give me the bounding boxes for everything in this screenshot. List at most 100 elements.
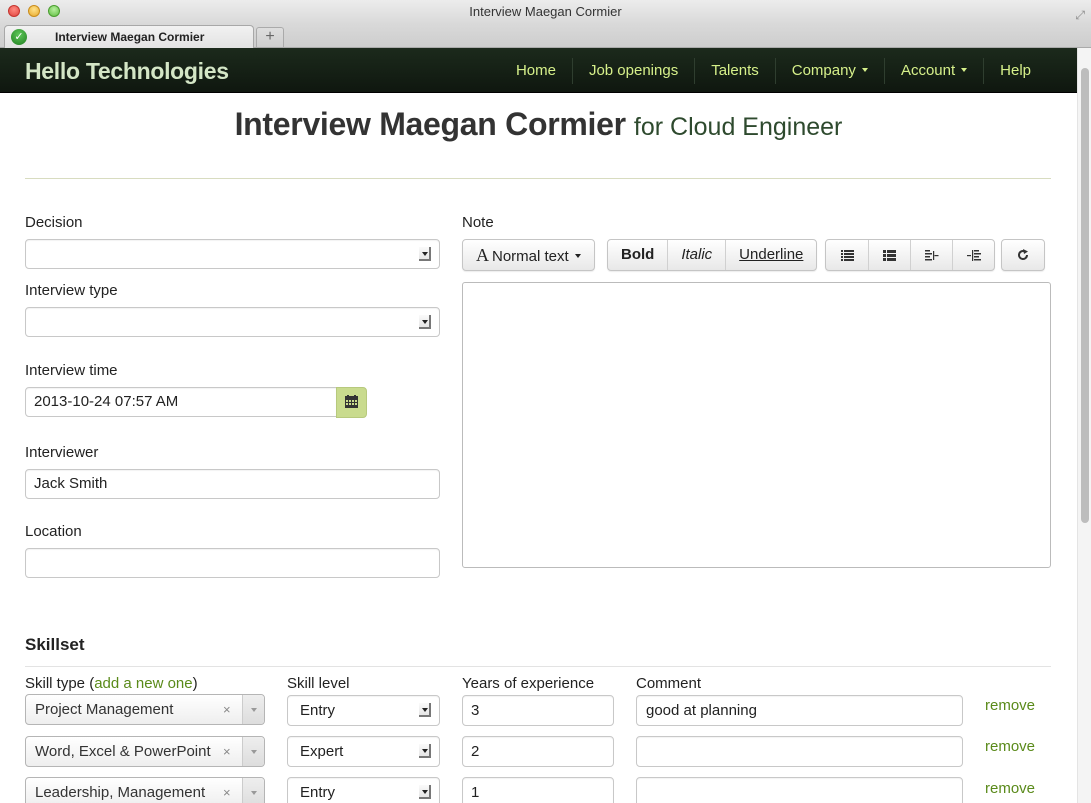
bold-button[interactable]: Bold bbox=[608, 240, 667, 270]
skill-type-select[interactable]: Project Management × bbox=[25, 694, 265, 725]
skill-level-select[interactable]: Entry bbox=[287, 777, 440, 803]
select-arrow-icon bbox=[419, 703, 431, 717]
skill-type-header: Skill type (add a new one) bbox=[25, 675, 198, 692]
years-input[interactable]: 1 bbox=[462, 777, 614, 803]
new-tab-button[interactable]: + bbox=[256, 27, 284, 47]
main-nav: Home Job openings Talents Company Accoun… bbox=[500, 48, 1047, 93]
ordered-list-button[interactable] bbox=[868, 240, 910, 270]
interview-type-label: Interview type bbox=[25, 282, 118, 299]
scrollbar-thumb[interactable] bbox=[1081, 68, 1089, 523]
location-input[interactable] bbox=[25, 548, 440, 578]
nav-company[interactable]: Company bbox=[774, 57, 884, 84]
page-viewport: Hello Technologies Home Job openings Tal… bbox=[0, 48, 1077, 803]
dropdown-arrow-icon[interactable] bbox=[242, 778, 264, 803]
years-header: Years of experience bbox=[462, 675, 595, 692]
outdent-button[interactable] bbox=[910, 240, 952, 270]
years-input[interactable]: 2 bbox=[462, 736, 614, 767]
select-arrow-icon bbox=[419, 315, 431, 329]
header-divider bbox=[25, 178, 1051, 179]
caret-down-icon bbox=[861, 67, 868, 72]
skill-level-value: Entry bbox=[300, 702, 336, 719]
decision-select[interactable] bbox=[25, 239, 440, 269]
note-label: Note bbox=[462, 214, 494, 231]
nav-help-label: Help bbox=[1000, 61, 1031, 79]
interview-type-select[interactable] bbox=[25, 307, 440, 337]
caret-down-icon bbox=[961, 67, 968, 72]
browser-tab[interactable]: ✓ Interview Maegan Cormier bbox=[4, 25, 254, 48]
underline-button[interactable]: Underline bbox=[725, 240, 816, 270]
add-skill-type-link[interactable]: add a new one bbox=[94, 675, 192, 692]
top-navbar: Hello Technologies Home Job openings Tal… bbox=[0, 48, 1077, 93]
nav-help[interactable]: Help bbox=[983, 57, 1047, 84]
skill-level-header: Skill level bbox=[287, 675, 350, 692]
tab-title: Interview Maegan Cormier bbox=[55, 30, 205, 44]
vertical-scrollbar[interactable] bbox=[1077, 48, 1091, 803]
nav-company-label: Company bbox=[791, 61, 856, 79]
skill-type-select[interactable]: Leadership, Management × bbox=[25, 777, 265, 803]
page-subtitle: for Cloud Engineer bbox=[633, 113, 843, 141]
interviewer-input[interactable]: Jack Smith bbox=[25, 469, 440, 499]
years-value: 1 bbox=[471, 784, 480, 801]
dropdown-arrow-icon[interactable] bbox=[242, 737, 264, 766]
clear-icon[interactable]: × bbox=[223, 695, 231, 724]
caret-down-icon bbox=[574, 254, 581, 259]
clear-icon[interactable]: × bbox=[223, 737, 231, 766]
select-arrow-icon bbox=[419, 785, 431, 799]
skillset-title: Skillset bbox=[25, 635, 85, 654]
redo-button[interactable] bbox=[1002, 240, 1044, 270]
comment-input[interactable] bbox=[636, 777, 963, 803]
comment-value: good at planning bbox=[646, 702, 757, 719]
skill-level-select[interactable]: Entry bbox=[287, 695, 440, 726]
nav-talents-label: Talents bbox=[711, 61, 759, 79]
years-input[interactable]: 3 bbox=[462, 695, 614, 726]
years-value: 2 bbox=[471, 743, 480, 760]
nav-job-openings-label: Job openings bbox=[588, 61, 679, 79]
select-arrow-icon bbox=[419, 247, 431, 261]
skill-type-select[interactable]: Word, Excel & PowerPoint × bbox=[25, 736, 265, 767]
nav-home-label: Home bbox=[515, 61, 556, 79]
indent-button[interactable] bbox=[952, 240, 994, 270]
skill-type-header-label: Skill type ( bbox=[25, 675, 95, 692]
close-window-button[interactable] bbox=[8, 5, 20, 17]
clear-icon[interactable]: × bbox=[223, 778, 231, 803]
calendar-icon bbox=[345, 395, 358, 408]
decision-label: Decision bbox=[25, 214, 83, 231]
skill-level-value: Expert bbox=[300, 743, 344, 760]
interviewer-label: Interviewer bbox=[25, 444, 99, 461]
dropdown-arrow-icon[interactable] bbox=[242, 695, 264, 724]
skill-type-value: Leadership, Management bbox=[35, 784, 206, 801]
nav-job-openings[interactable]: Job openings bbox=[571, 57, 694, 84]
unordered-list-button[interactable] bbox=[826, 240, 868, 270]
unordered-list-icon bbox=[840, 249, 854, 261]
text-style-group: A Normal text bbox=[462, 239, 595, 271]
note-textarea[interactable] bbox=[462, 282, 1051, 568]
location-label: Location bbox=[25, 523, 82, 540]
remove-skill-link[interactable]: remove bbox=[985, 780, 1035, 797]
page-heading: Interview Maegan Cormier for Cloud Engin… bbox=[0, 106, 1077, 143]
text-style-dropdown[interactable]: A Normal text bbox=[463, 240, 594, 270]
skill-type-value: Project Management bbox=[35, 701, 174, 718]
minimize-window-button[interactable] bbox=[28, 5, 40, 17]
skill-type-header-suffix: ) bbox=[192, 675, 198, 692]
calendar-button[interactable] bbox=[336, 387, 367, 418]
interviewer-value: Jack Smith bbox=[34, 475, 108, 492]
interview-time-input[interactable]: 2013-10-24 07:57 AM bbox=[25, 387, 337, 417]
nav-home[interactable]: Home bbox=[500, 58, 572, 84]
indent-icon bbox=[966, 249, 981, 261]
skill-type-value: Word, Excel & PowerPoint bbox=[35, 743, 211, 760]
comment-input[interactable]: good at planning bbox=[636, 695, 963, 726]
italic-button[interactable]: Italic bbox=[667, 240, 725, 270]
nav-account[interactable]: Account bbox=[883, 57, 983, 84]
checkmark-icon: ✓ bbox=[11, 29, 27, 45]
skill-level-select[interactable]: Expert bbox=[287, 736, 440, 767]
comment-input[interactable] bbox=[636, 736, 963, 767]
zoom-window-button[interactable] bbox=[48, 5, 60, 17]
nav-account-label: Account bbox=[900, 61, 956, 79]
brand-logo[interactable]: Hello Technologies bbox=[25, 58, 229, 85]
remove-skill-link[interactable]: remove bbox=[985, 738, 1035, 755]
tab-bar: ✓ Interview Maegan Cormier + bbox=[0, 24, 1091, 48]
text-style-label: Normal text bbox=[492, 248, 569, 265]
remove-skill-link[interactable]: remove bbox=[985, 697, 1035, 714]
ordered-list-icon bbox=[883, 249, 896, 261]
nav-talents[interactable]: Talents bbox=[694, 57, 775, 84]
